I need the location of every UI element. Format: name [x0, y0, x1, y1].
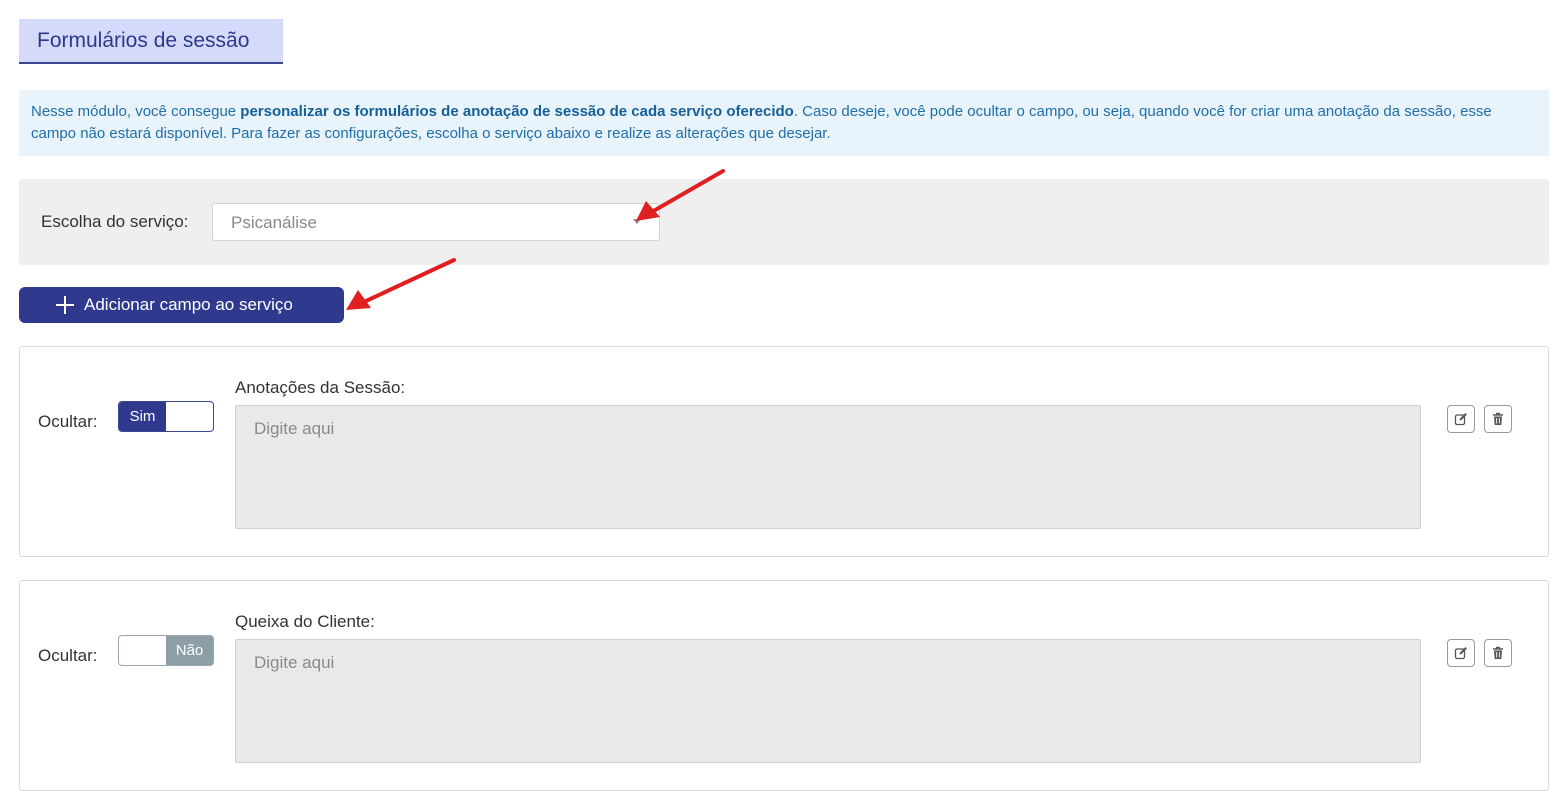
- hide-label: Ocultar:: [38, 412, 98, 431]
- field-label: Anotações da Sessão:: [235, 378, 406, 397]
- edit-button[interactable]: [1447, 639, 1475, 667]
- add-field-button-label: Adicionar campo ao serviço: [84, 295, 293, 314]
- edit-icon: [1454, 413, 1467, 426]
- plus-icon: [56, 296, 74, 314]
- info-text-prefix: Nesse módulo, você consegue: [31, 103, 241, 120]
- delete-button[interactable]: [1484, 405, 1512, 433]
- trash-icon: [1493, 412, 1503, 425]
- edit-button[interactable]: [1447, 405, 1475, 433]
- info-text-bold: personalizar os formulários de anotação …: [240, 103, 794, 120]
- service-select-value: Psicanálise: [231, 213, 317, 232]
- add-field-button[interactable]: Adicionar campo ao serviço: [19, 287, 344, 323]
- hide-toggle[interactable]: Não: [118, 635, 214, 666]
- field-card: Ocultar: Não Queixa do Cliente:: [19, 580, 1549, 791]
- page-title-box: Formulários de sessão: [19, 19, 283, 64]
- service-label: Escolha do serviço:: [41, 212, 189, 231]
- service-select[interactable]: Psicanálise: [212, 203, 660, 241]
- page-title: Formulários de sessão: [37, 28, 250, 52]
- delete-button[interactable]: [1484, 639, 1512, 667]
- field-textarea[interactable]: [235, 405, 1421, 529]
- hide-toggle[interactable]: Sim: [118, 401, 214, 432]
- trash-icon: [1493, 646, 1503, 659]
- field-textarea[interactable]: [235, 639, 1421, 763]
- toggle-on-label: Sim: [119, 402, 166, 431]
- chevron-down-icon: [633, 219, 641, 224]
- field-card: Ocultar: Sim Anotações da Sessão:: [19, 346, 1549, 557]
- hide-label: Ocultar:: [38, 646, 98, 665]
- info-box: Nesse módulo, você consegue personalizar…: [19, 90, 1549, 156]
- edit-icon: [1454, 647, 1467, 660]
- toggle-off-label: Não: [166, 636, 213, 665]
- field-label: Queixa do Cliente:: [235, 612, 375, 631]
- service-panel: Escolha do serviço: Psicanálise: [19, 179, 1549, 265]
